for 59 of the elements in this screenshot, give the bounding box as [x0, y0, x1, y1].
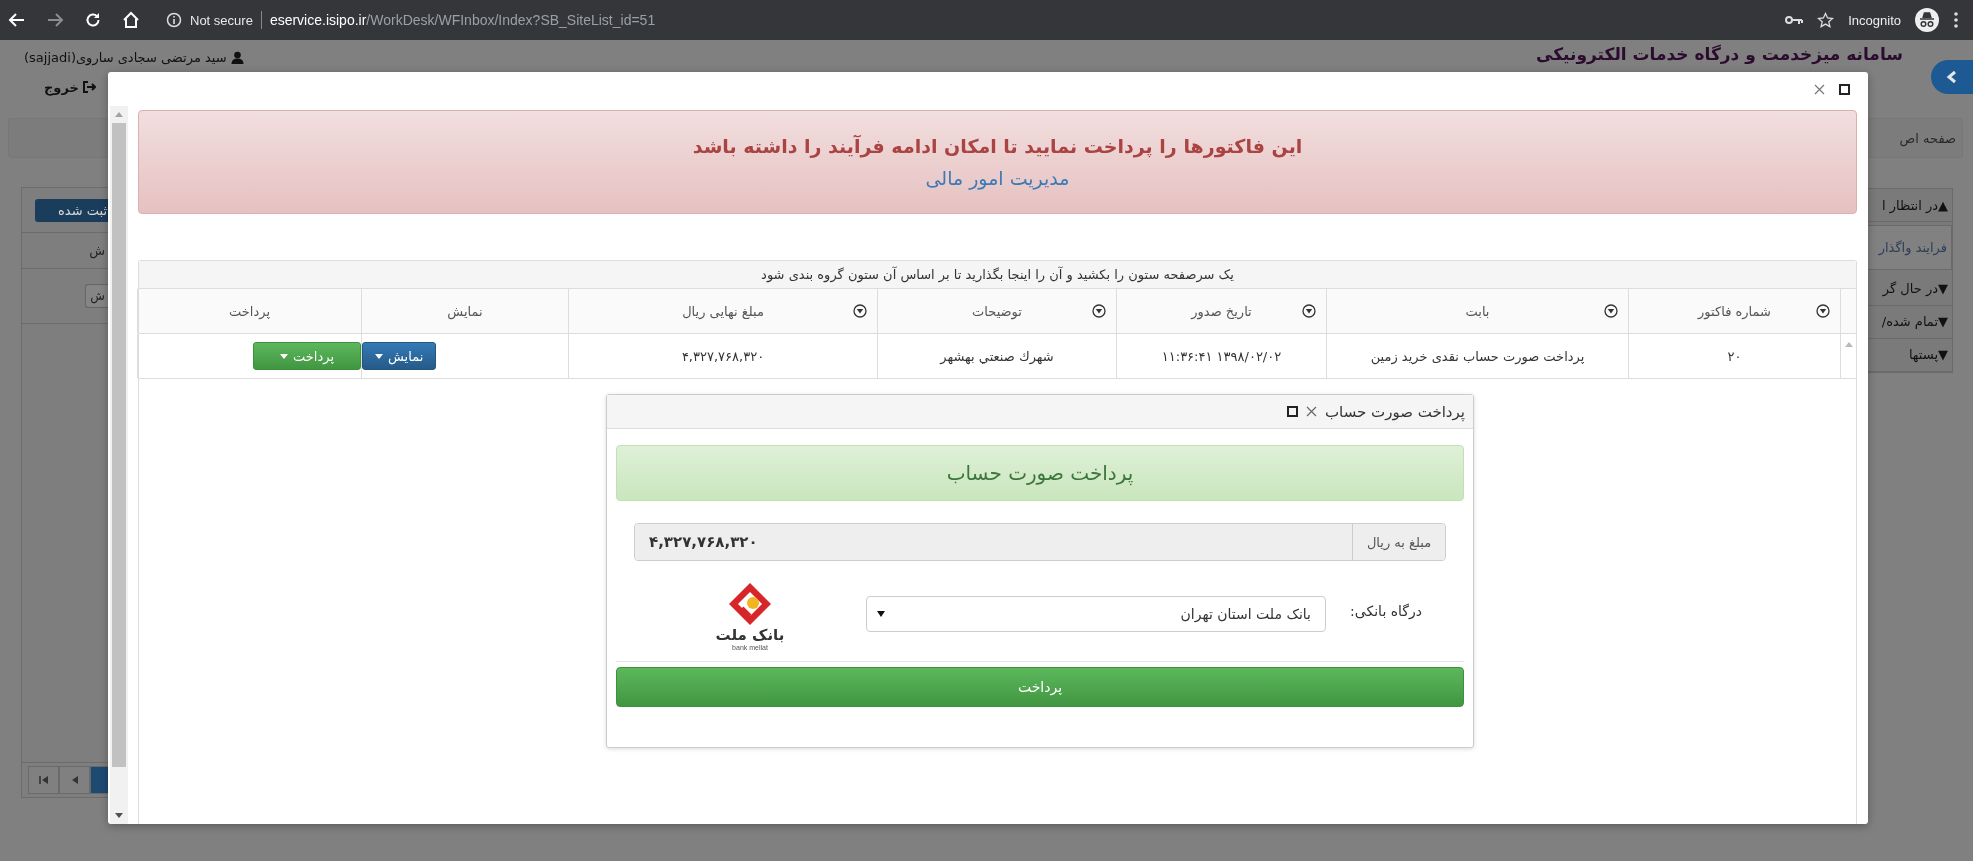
column-header[interactable]: پرداخت — [137, 289, 361, 333]
column-header[interactable]: توضیحات — [877, 289, 1116, 333]
column-header[interactable]: شماره فاکتور — [1628, 289, 1840, 333]
back-icon[interactable] — [8, 11, 26, 29]
dialog-heading: پرداخت صورت حساب — [616, 445, 1464, 501]
user-name: سید مرتضی سجادی ساروی(sajjadi) — [24, 49, 227, 65]
alert-signature: مدیریت امور مالی — [925, 167, 1070, 189]
show-button[interactable]: نمایش — [362, 342, 437, 370]
logout-link[interactable]: خروج — [44, 79, 79, 95]
gateway-select[interactable]: بانک ملت استان تهران — [866, 596, 1326, 632]
reload-icon[interactable] — [84, 11, 102, 29]
vertical-scrollbar[interactable] — [110, 106, 128, 824]
table-cell: ۴,۳۲۷,۷۶۸,۳۲۰ — [568, 334, 877, 378]
close-icon[interactable] — [1814, 83, 1825, 95]
close-icon[interactable] — [1305, 406, 1317, 417]
scroll-down-icon[interactable] — [115, 813, 123, 818]
site-title: سامانه میزخدمت و درگاه خدمات الکترونیکی — [1536, 44, 1903, 64]
security-label: Not secure — [190, 12, 253, 28]
table-cell: ۱۳۹۸/۰۲/۰۲ ۱۱:۳۶:۴۱ — [1116, 334, 1326, 378]
tab-button[interactable]: ثبت شده — [35, 198, 109, 222]
column-header[interactable]: مبلغ نهایی ریال — [568, 289, 877, 333]
user-icon — [230, 50, 244, 64]
column-header[interactable]: بابت — [1326, 289, 1628, 333]
breadcrumb-link[interactable]: صفحه اص — [1899, 130, 1956, 146]
profile-label: Incognito — [1848, 12, 1901, 28]
filter-icon[interactable] — [853, 304, 867, 318]
logout-icon[interactable] — [82, 81, 96, 93]
filter-icon[interactable] — [1604, 304, 1618, 318]
star-icon[interactable] — [1817, 11, 1835, 29]
dropdown-icon — [877, 611, 885, 617]
gateway-label: درگاه بانکی: — [1349, 602, 1423, 621]
filter-icon[interactable] — [1302, 304, 1316, 318]
collapse-button[interactable] — [1931, 60, 1973, 94]
dialog-title: پرداخت صورت حساب — [1324, 402, 1465, 421]
info-icon[interactable] — [166, 12, 182, 28]
logo-text: بانک ملت — [715, 627, 785, 643]
alert-message: این فاکتورها را پرداخت نمایید تا امکان ادامه فرآیند را داشته باشد — [692, 135, 1303, 157]
column-header[interactable]: تاریخ صدور — [1116, 289, 1326, 333]
previous-page-icon[interactable] — [70, 775, 79, 785]
incognito-icon[interactable] — [1915, 8, 1939, 32]
home-icon[interactable] — [122, 11, 140, 29]
table-cell: ۲۰ — [1628, 334, 1840, 378]
first-page-icon[interactable] — [38, 775, 49, 785]
chevron-left-icon[interactable] — [1945, 70, 1959, 84]
filter-icon[interactable] — [1092, 304, 1106, 318]
url-text[interactable]: eservice.isipo.ir/WorkDesk/WFInbox/Index?SB_SiteList_id=51 — [269, 12, 656, 28]
table-cell: پرداخت صورت حساب نقدی خرید زمین — [1326, 334, 1628, 378]
row-button[interactable]: ش — [85, 284, 109, 308]
maximize-icon[interactable] — [1839, 83, 1850, 95]
group-by-hint: یک سرصفحه ستون را بکشید و آن را اینجا بگذارید تا بر اساس آن ستون گروه بندی شود — [139, 261, 1856, 289]
forward-icon[interactable] — [46, 11, 64, 29]
key-icon[interactable] — [1785, 14, 1804, 26]
filter-icon[interactable] — [1816, 304, 1830, 318]
first-page-button[interactable] — [28, 766, 60, 794]
bank-logo-icon — [727, 581, 773, 627]
table-cell: شهرك صنعتي بهشهر — [877, 334, 1116, 378]
column-header[interactable]: نمایش — [361, 289, 568, 333]
menu-icon[interactable] — [1953, 11, 1959, 29]
maximize-icon[interactable] — [1286, 406, 1298, 417]
